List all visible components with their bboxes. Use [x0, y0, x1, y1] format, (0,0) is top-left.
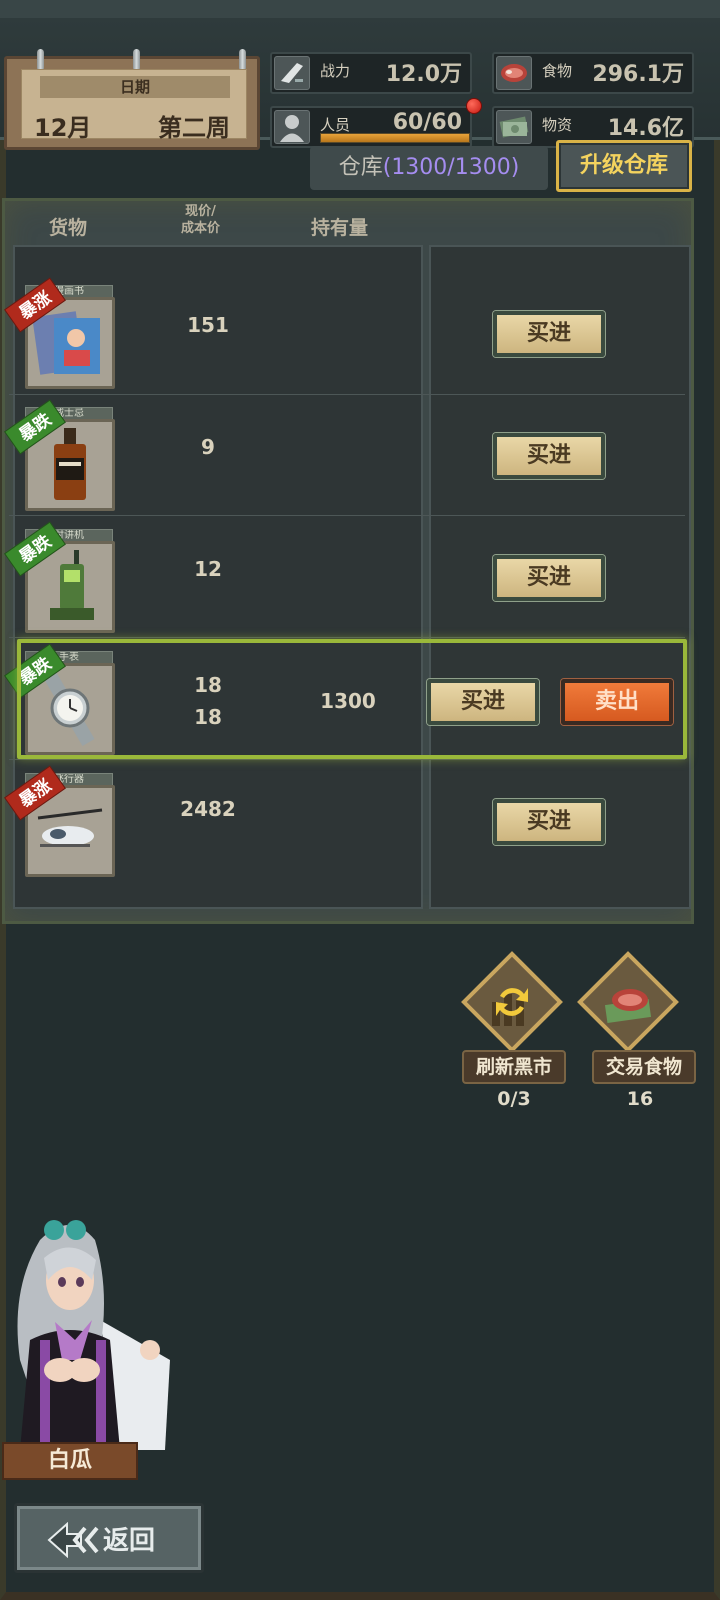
warehouse-capacity: 仓库(1300/1300) [310, 146, 548, 190]
market-row[interactable]: 对讲机 暴跌 12 买进 [4, 505, 689, 633]
food-label: 食物 [542, 62, 573, 80]
staff-label: 人员 [320, 116, 351, 134]
column-price: 现价/ 成本价 [181, 204, 221, 236]
date-label: 日期 [40, 76, 230, 98]
date-week: 第二周 [158, 114, 230, 142]
date-month: 12月 [34, 114, 92, 142]
refresh-icon [492, 988, 528, 1026]
upgrade-warehouse-button[interactable]: 升级仓库 [556, 140, 692, 192]
refresh-market-label: 刷新黑市 [462, 1050, 566, 1084]
column-goods: 货物 [49, 217, 88, 239]
market-row[interactable]: 飞行器 暴涨 2482 买进 [4, 749, 689, 877]
meat-cash-icon [604, 989, 652, 1023]
buy-button[interactable]: 买进 [493, 311, 605, 357]
trade-food-label: 交易食物 [592, 1050, 696, 1084]
warehouse-count: 1300/1300 [391, 155, 511, 180]
power-stat: 战力 12.0万 [270, 52, 472, 94]
black-market-panel: 货物 现价/ 成本价 持有量 漫画书 暴涨 151 买进 威士忌 暴跌 9 买进… [2, 198, 694, 924]
buy-button[interactable]: 买进 [493, 555, 605, 601]
current-price: 9 [201, 435, 215, 459]
double-arrow-left-icon [47, 1522, 99, 1558]
selected-row-highlight [17, 639, 687, 759]
staff-value: 60/60 [392, 110, 462, 135]
staff-progress-bar [320, 133, 470, 143]
buy-button[interactable]: 买进 [493, 433, 605, 479]
food-value: 296.1万 [592, 62, 684, 87]
refresh-count: 0/3 [497, 1088, 531, 1110]
power-value: 12.0万 [385, 62, 462, 87]
market-row[interactable]: 威士忌 暴跌 9 买进 [4, 383, 689, 511]
power-label: 战力 [320, 62, 351, 80]
back-label: 返回 [103, 1526, 156, 1556]
food-stat: 食物 296.1万 [492, 52, 694, 94]
notification-dot [466, 98, 482, 114]
staff-stat[interactable]: 人员 60/60 [270, 106, 472, 148]
warehouse-label: 仓库 [338, 155, 383, 180]
supplies-value: 14.6亿 [607, 116, 684, 141]
buy-button[interactable]: 买进 [493, 799, 605, 845]
gun-icon [274, 56, 310, 90]
top-bar: 日期 12月 第二周 战力 12.0万 人员 60/60 食物 296.1万 物… [0, 0, 720, 150]
supplies-label: 物资 [542, 116, 573, 134]
current-price: 2482 [180, 797, 236, 821]
person-icon [274, 110, 310, 144]
npc-portrait [17, 1220, 170, 1450]
current-price: 151 [187, 313, 229, 337]
back-button[interactable]: 返回 [14, 1503, 204, 1573]
meat-icon [496, 56, 532, 90]
market-row[interactable]: 漫画书 暴涨 151 买进 [4, 261, 689, 389]
date-card: 日期 12月 第二周 [4, 49, 260, 150]
trade-food-count: 16 [626, 1088, 654, 1110]
current-price: 12 [194, 557, 222, 581]
npc-name-plate: 白瓜 [2, 1442, 138, 1480]
cash-icon [496, 110, 532, 144]
column-holding: 持有量 [311, 217, 369, 239]
